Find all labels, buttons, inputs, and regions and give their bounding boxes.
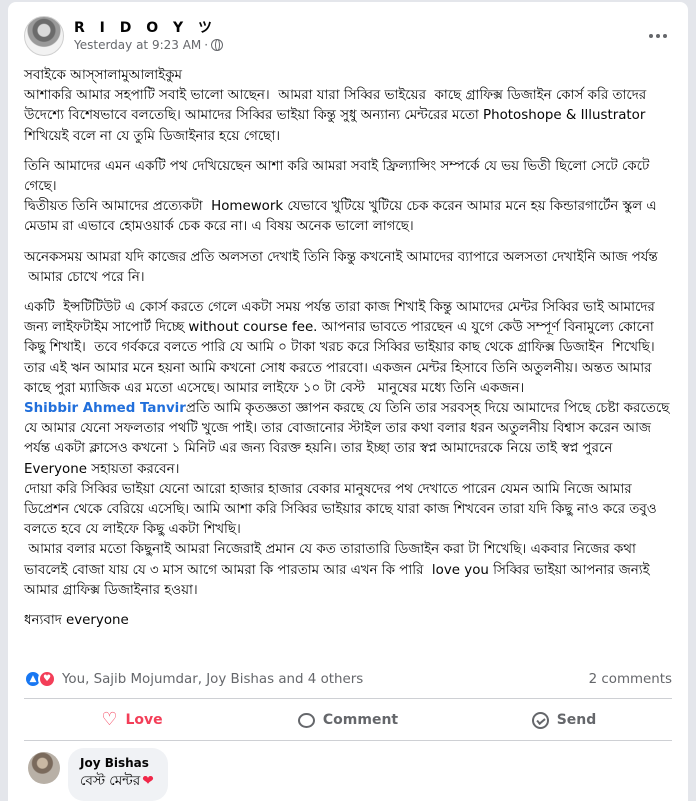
love-icon: ♥: [38, 670, 56, 688]
comment-button[interactable]: Comment: [240, 702, 456, 738]
post-card: R I D O Y ツ Yesterday at 9:23 AM · সবাইক…: [8, 2, 688, 801]
divider: [24, 740, 672, 741]
post-body: সবাইকে আস্সালামুআলাইকুম আশাকরি আমার সহপা…: [24, 66, 674, 641]
more-options-button[interactable]: [644, 22, 672, 50]
comment-item: Joy Bishas বেস্ট মেন্টর ❤: [24, 748, 672, 801]
post-meta: Yesterday at 9:23 AM ·: [74, 38, 224, 52]
love-button[interactable]: ♡ Love: [24, 702, 240, 738]
dot-icon: [663, 34, 667, 38]
mention-link[interactable]: Shibbir Ahmed Tanvir: [24, 401, 186, 416]
comment-bubble: Joy Bishas বেস্ট মেন্টর ❤: [68, 748, 168, 801]
send-button[interactable]: Send: [456, 702, 672, 738]
post-header: R I D O Y ツ Yesterday at 9:23 AM ·: [24, 16, 672, 60]
commenter-avatar[interactable]: [28, 752, 60, 784]
meta-separator: ·: [204, 38, 209, 52]
reactions-bar: ▲ ♥ You, Sajib Mojumdar, Joy Bishas and …: [24, 668, 672, 690]
comments-count[interactable]: 2 comments: [589, 672, 672, 687]
globe-icon[interactable]: [211, 39, 224, 51]
post-paragraph-text: একটি ইন্সটিটিউট এ কোর্স করতে গেলে একটা স…: [24, 300, 660, 396]
post-actions: ♡ Love Comment Send: [24, 702, 672, 738]
comment-text: বেস্ট মেন্টর: [80, 774, 141, 789]
divider: [24, 698, 672, 699]
reaction-icons[interactable]: ▲ ♥: [24, 670, 56, 688]
author-name[interactable]: R I D O Y ツ: [74, 17, 217, 37]
heart-emoji-icon: ❤: [142, 773, 154, 789]
post-paragraph: সবাইকে আস্সালামুআলাইকুম আশাকরি আমার সহপা…: [24, 68, 647, 144]
post-paragraph: একটি ইন্সটিটিউট এ কোর্স করতে গেলে একটা স…: [24, 298, 674, 601]
reactors-list[interactable]: You, Sajib Mojumdar, Joy Bishas and 4 ot…: [62, 672, 589, 687]
post-closing: ধন্যবাদ everyone: [24, 613, 129, 629]
commenter-name[interactable]: Joy Bishas: [80, 756, 156, 770]
messenger-icon: [531, 711, 549, 729]
comment-icon: [297, 712, 315, 728]
dot-icon: [649, 34, 653, 38]
post-paragraph: অনেকসময় আমরা যদি কাজের প্রতি অলসতা দেখা…: [24, 249, 658, 285]
post-paragraph-text: প্রতি আমি কৃতজ্ঞতা জ্ঞাপন করছে যে তিনি ত…: [24, 401, 670, 598]
post-paragraph: তিনি আমাদের এমন একটি পথ দেখিয়েছেন আশা ক…: [24, 158, 657, 235]
heart-icon: ♡: [101, 709, 118, 730]
dot-icon: [656, 34, 660, 38]
author-avatar[interactable]: [24, 16, 64, 56]
comment-label: Comment: [322, 712, 399, 728]
post-timestamp[interactable]: Yesterday at 9:23 AM: [74, 38, 201, 52]
love-label: Love: [125, 712, 163, 728]
send-label: Send: [556, 712, 597, 728]
